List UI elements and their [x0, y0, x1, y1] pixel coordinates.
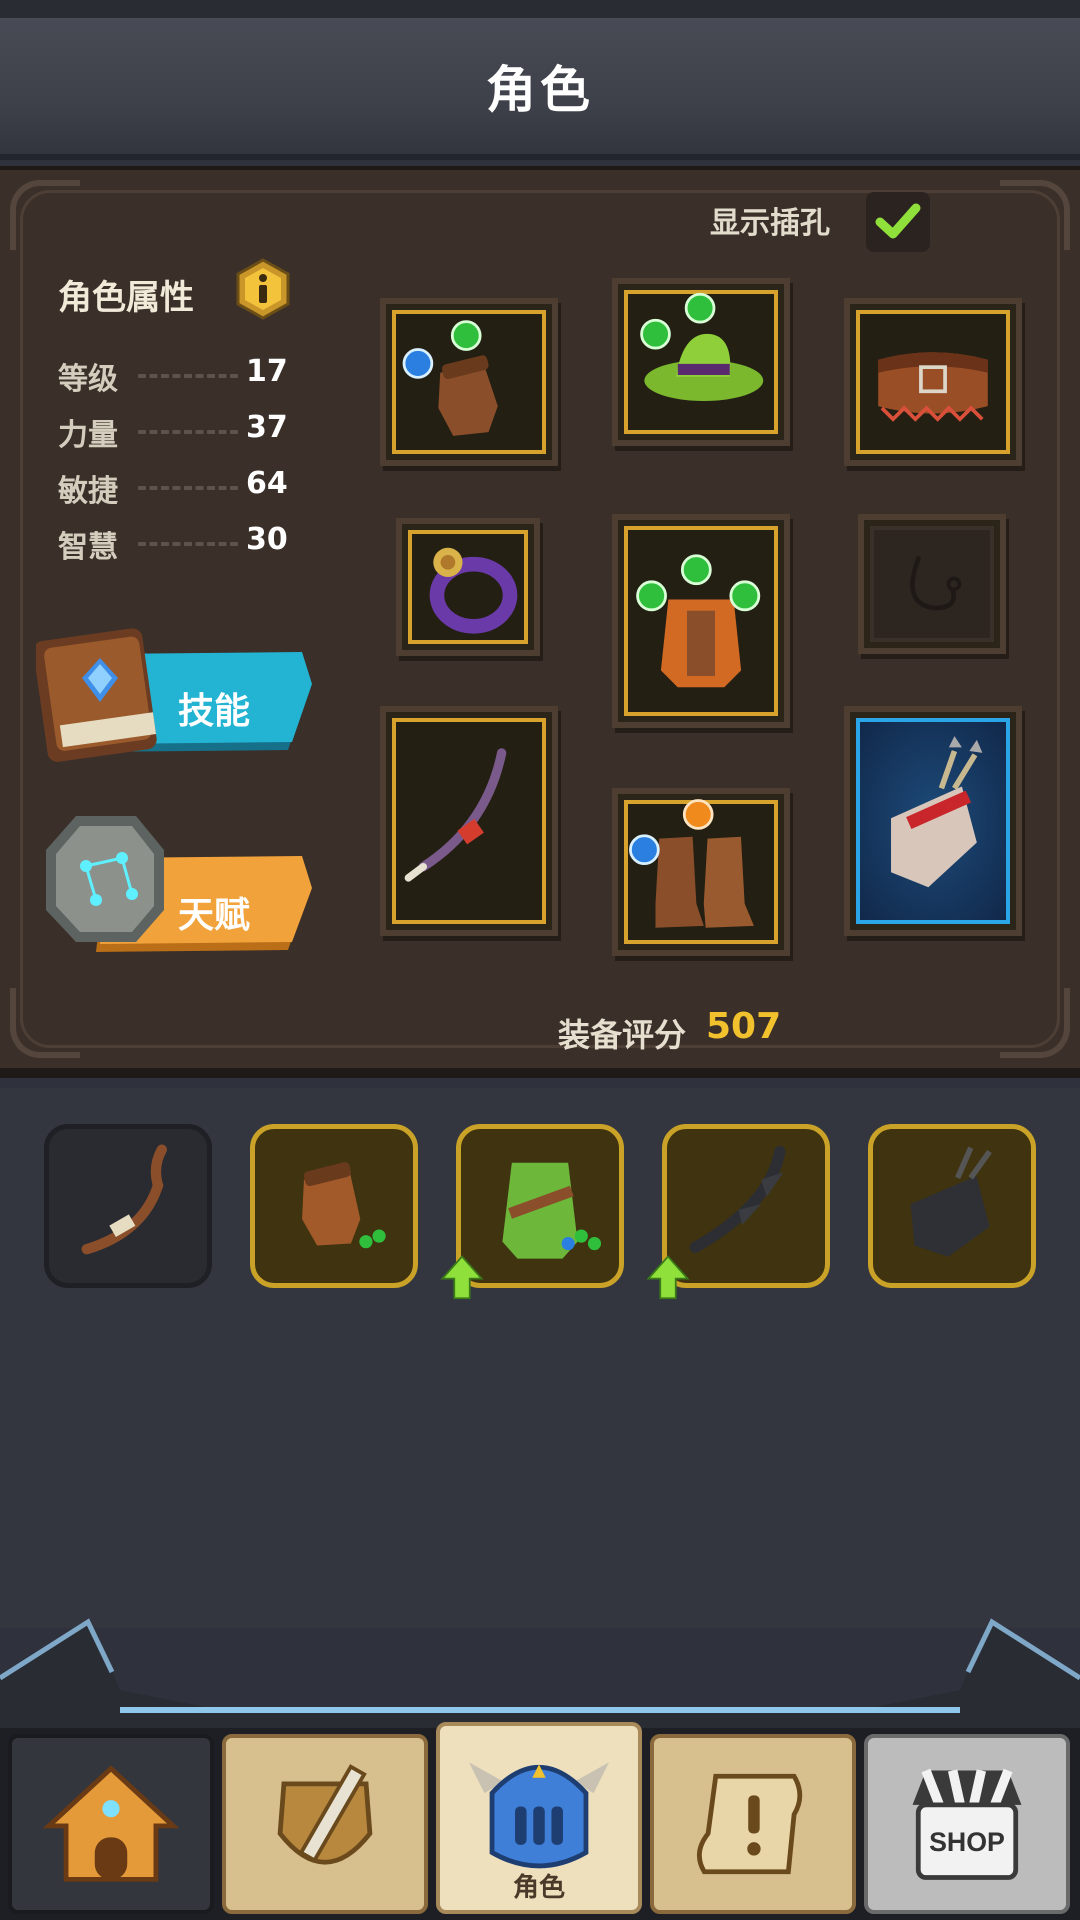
tab-character[interactable]: 角色	[436, 1722, 642, 1914]
checkmark-icon	[875, 203, 921, 239]
tab-home[interactable]	[8, 1734, 214, 1914]
page-title: 角色	[486, 61, 594, 119]
stat-row-agility: 敏捷 64	[58, 466, 298, 509]
bow-icon	[404, 748, 507, 882]
boots-icon	[629, 799, 754, 928]
show-sockets-checkbox[interactable]	[866, 192, 930, 252]
inventory-area	[0, 1088, 1080, 1628]
inventory-item[interactable]	[250, 1124, 418, 1288]
equipment-slot-hat[interactable]	[612, 278, 790, 446]
talent-stone-icon	[46, 816, 312, 952]
stat-value: 17	[246, 354, 288, 389]
stat-row-wisdom: 智慧 30	[58, 522, 298, 565]
stat-leader	[138, 374, 238, 378]
stat-leader	[138, 430, 238, 434]
gear-score-value: 507	[706, 1006, 782, 1047]
stat-value: 30	[246, 522, 288, 557]
top-bar: 角色	[0, 0, 1080, 160]
skill-button[interactable]: 技能	[33, 620, 316, 770]
ring-icon	[429, 547, 518, 634]
talent-button-label: 天赋	[178, 895, 251, 936]
attributes-title: 角色属性	[58, 278, 194, 318]
info-icon[interactable]	[232, 258, 294, 320]
skill-book-icon	[33, 628, 312, 762]
tab-shop[interactable]: SHOP	[864, 1734, 1070, 1914]
shop-icon: SHOP	[912, 1768, 1022, 1880]
upgrade-arrow-icon	[646, 1255, 690, 1300]
equipment-slot-gloves[interactable]	[380, 298, 558, 466]
quiver-icon	[891, 736, 983, 888]
gear-score-label: 装备评分	[558, 1016, 687, 1054]
necklace-slot-icon	[910, 555, 962, 611]
inventory-item[interactable]	[868, 1124, 1036, 1288]
talent-button[interactable]: 天赋	[36, 810, 316, 960]
frame-corner	[1000, 180, 1070, 250]
frame-corner	[1000, 988, 1070, 1058]
armor-icon	[636, 554, 761, 688]
belt-icon	[878, 352, 988, 422]
glove-icon	[402, 320, 498, 436]
stat-row-level: 等级 17	[58, 354, 298, 397]
glove-icon	[302, 1162, 386, 1249]
nav-frame-decoration	[0, 1618, 1080, 1730]
show-sockets-label[interactable]: 显示插孔	[710, 198, 830, 242]
equipment-slot-ring[interactable]	[396, 518, 540, 656]
stat-label: 等级	[58, 362, 118, 397]
bow-icon	[81, 1144, 167, 1255]
upgrade-arrow-icon	[440, 1255, 484, 1300]
tab-battle[interactable]	[222, 1734, 428, 1914]
quiver-icon	[910, 1146, 992, 1257]
frame-corner	[10, 180, 80, 250]
stat-label: 敏捷	[58, 474, 118, 509]
equipment-slot-necklace[interactable]	[858, 514, 1006, 654]
inventory-item[interactable]	[44, 1124, 212, 1288]
equipment-slot-quiver[interactable]	[844, 706, 1022, 936]
stat-value: 37	[246, 410, 288, 445]
bottom-nav: 角色 SHOP	[0, 1722, 1080, 1920]
equipment-slot-belt[interactable]	[844, 298, 1022, 466]
character-panel: 显示插孔 角色属性 等级 17 力量 37 敏捷 64 智慧 30 技能 天赋 …	[0, 166, 1080, 1078]
inventory-item[interactable]	[646, 1124, 830, 1300]
stat-label: 智慧	[58, 530, 118, 565]
skill-button-label: 技能	[178, 691, 251, 732]
quest-icon	[697, 1773, 803, 1875]
stat-value: 64	[246, 466, 288, 501]
equipment-slot-weapon[interactable]	[380, 706, 558, 936]
stat-row-strength: 力量 37	[58, 410, 298, 453]
tab-quests[interactable]	[650, 1734, 856, 1914]
frame-corner	[10, 988, 80, 1058]
tab-character-label: 角色	[512, 1873, 565, 1903]
stat-leader	[138, 542, 238, 546]
stat-label: 力量	[58, 418, 118, 453]
home-icon	[42, 1765, 180, 1882]
stat-leader	[138, 486, 238, 490]
inventory-item[interactable]	[440, 1124, 624, 1300]
shop-icon-text: SHOP	[929, 1827, 1005, 1857]
hat-icon	[640, 292, 764, 401]
battle-icon	[277, 1764, 373, 1865]
equipment-slot-armor[interactable]	[612, 514, 790, 728]
equipment-slot-boots[interactable]	[612, 788, 790, 956]
